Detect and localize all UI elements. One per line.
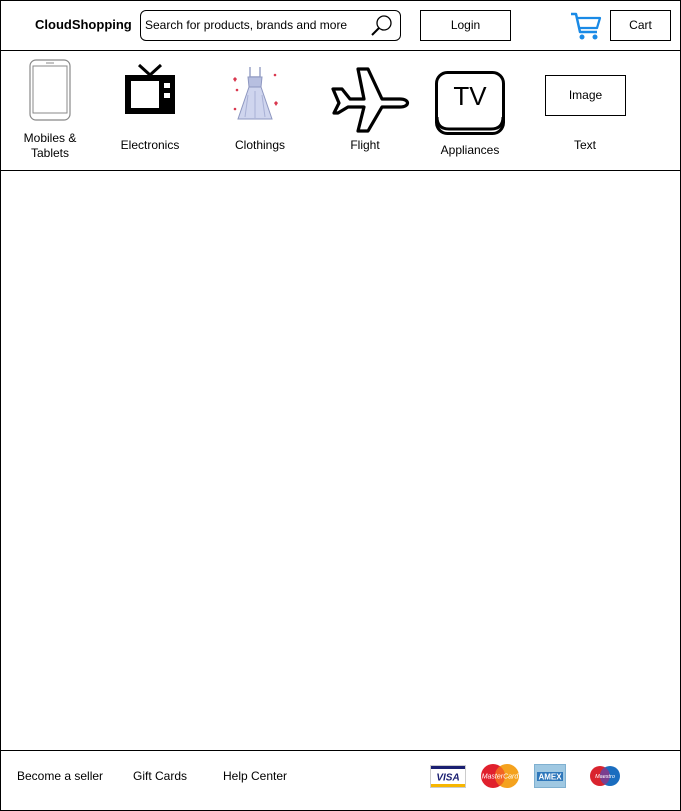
main-content-area — [0, 171, 681, 750]
cart-icon[interactable] — [569, 11, 603, 41]
mobile-tablet-icon[interactable] — [29, 59, 71, 121]
brand-logo[interactable]: CloudShopping — [35, 17, 132, 32]
airplane-icon[interactable] — [330, 67, 410, 133]
amex-icon: AMEX — [534, 764, 566, 788]
category-label-electronics[interactable]: Electronics — [110, 138, 190, 153]
category-label-mobiles[interactable]: Mobiles & Tablets — [10, 131, 90, 161]
image-placeholder[interactable]: Image — [545, 75, 626, 116]
visa-icon: VISA — [430, 765, 466, 788]
tv-appliance-icon[interactable]: TV — [435, 71, 505, 135]
become-seller-link[interactable]: Become a seller — [17, 769, 103, 783]
svg-text:TV: TV — [453, 81, 487, 111]
category-label-text[interactable]: Text — [545, 138, 625, 153]
footer: Become a seller Gift Cards Help Center V… — [0, 750, 681, 811]
mastercard-icon: MasterCard — [481, 764, 520, 788]
mastercard-text: MasterCard — [482, 774, 520, 781]
search-placeholder: Search for products, brands and more — [145, 18, 348, 32]
amex-text: AMEX — [538, 773, 562, 782]
maestro-text: Maestro — [595, 774, 615, 780]
television-icon[interactable] — [123, 63, 177, 116]
category-bar: Mobiles & Tablets Electronics Clothings … — [0, 51, 681, 171]
login-button[interactable]: Login — [420, 10, 511, 41]
cart-button[interactable]: Cart — [610, 10, 671, 41]
visa-text: VISA — [436, 773, 459, 784]
gift-cards-link[interactable]: Gift Cards — [133, 769, 187, 783]
search-input[interactable]: Search for products, brands and more — [140, 10, 401, 41]
help-center-link[interactable]: Help Center — [223, 769, 287, 783]
dress-icon[interactable] — [228, 65, 282, 121]
category-label-appliances[interactable]: Appliances — [430, 143, 510, 158]
header: CloudShopping Search for products, brand… — [0, 0, 681, 51]
search-icon[interactable] — [370, 14, 394, 38]
category-label-flight[interactable]: Flight — [325, 138, 405, 153]
category-label-clothings[interactable]: Clothings — [220, 138, 300, 153]
maestro-icon: Maestro — [590, 766, 620, 786]
